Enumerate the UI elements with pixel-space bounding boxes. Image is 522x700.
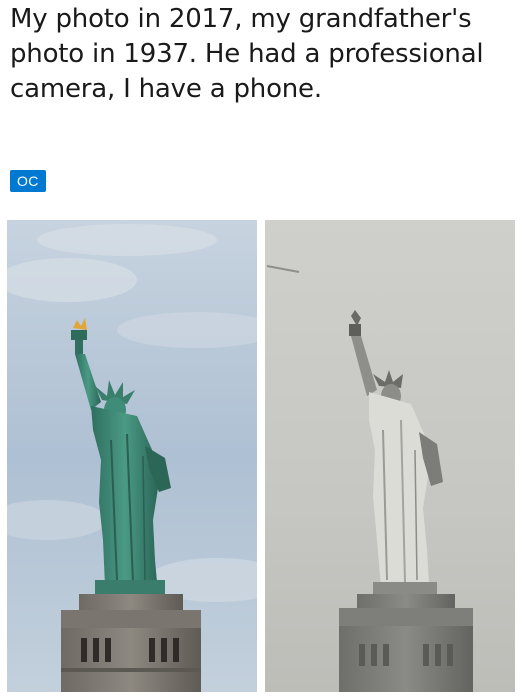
photo-2017[interactable] [7, 220, 257, 692]
photo-2017-image [7, 220, 257, 692]
photo-1937-image [265, 220, 515, 692]
post-title[interactable]: My photo in 2017, my grandfather's photo… [10, 2, 515, 107]
post-card: My photo in 2017, my grandfather's photo… [0, 0, 522, 700]
photo-1937[interactable] [265, 220, 515, 692]
oc-flair-badge[interactable]: OC [10, 170, 46, 192]
